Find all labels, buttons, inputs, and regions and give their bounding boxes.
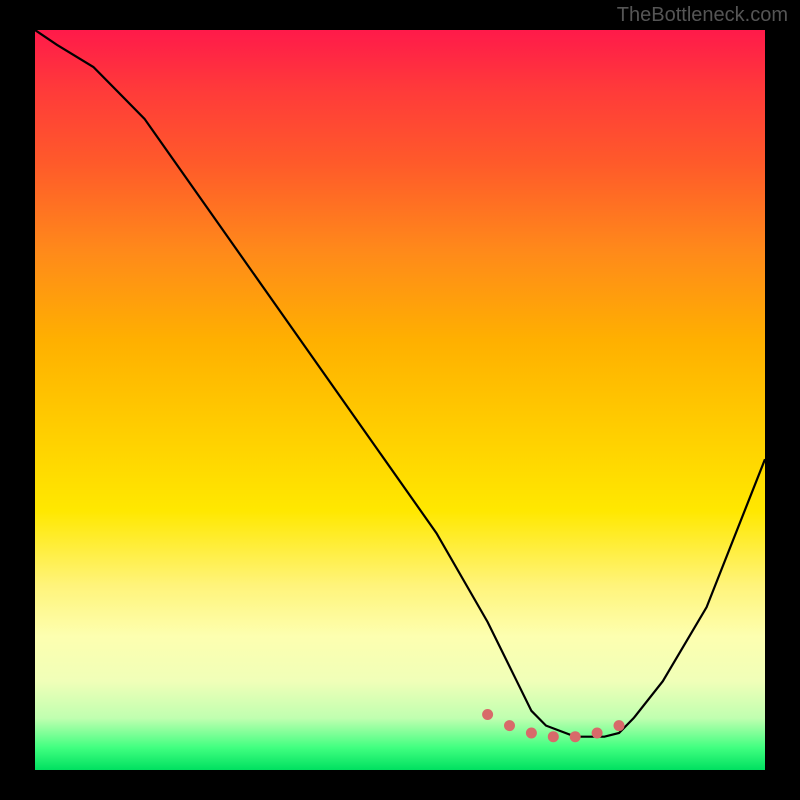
plot-area: [35, 30, 765, 770]
watermark-text: TheBottleneck.com: [617, 4, 788, 27]
highlight-dot: [526, 728, 537, 739]
highlight-dot: [614, 720, 625, 731]
chart-frame: TheBottleneck.com: [0, 0, 800, 800]
highlight-dot: [548, 731, 559, 742]
highlight-dot: [504, 720, 515, 731]
highlight-dot: [570, 731, 581, 742]
bottleneck-curve: [35, 30, 765, 737]
highlight-dot: [482, 709, 493, 720]
highlight-dot: [592, 728, 603, 739]
chart-svg: [35, 30, 765, 770]
